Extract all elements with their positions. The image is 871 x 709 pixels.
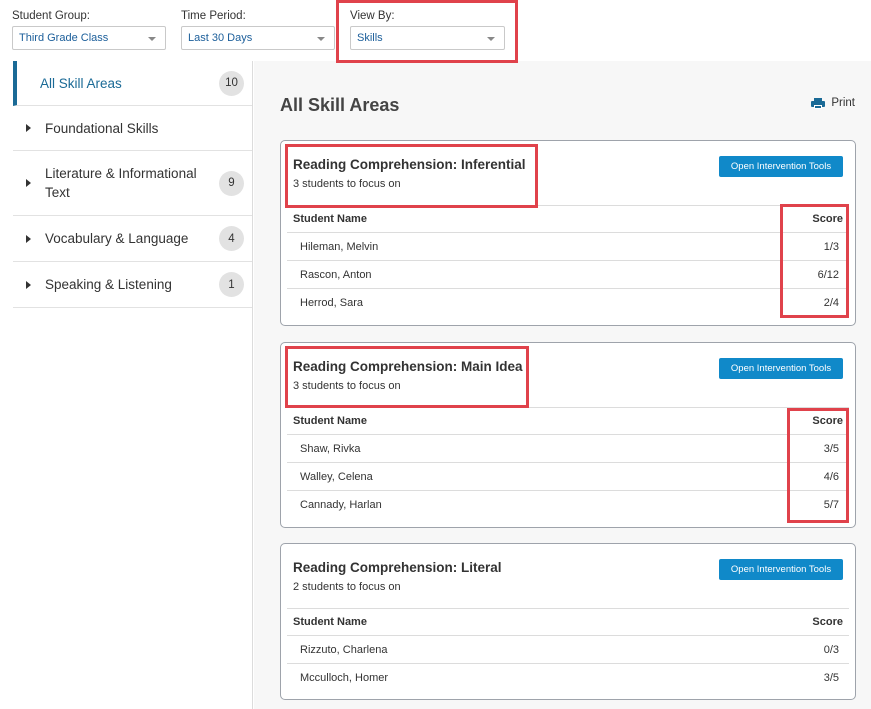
student-name: Hileman, Melvin: [300, 240, 379, 253]
student-name-header: Student Name: [293, 616, 367, 628]
student-name: Rizzuto, Charlena: [300, 643, 388, 656]
caret-right-icon: [26, 124, 31, 132]
count-badge: 4: [219, 226, 244, 251]
table-row: Walley, Celena 4/6: [287, 463, 849, 491]
sidebar-item-all-skill-areas[interactable]: All Skill Areas 10: [13, 61, 252, 106]
student-table: Student Name Score Shaw, Rivka 3/5 Walle…: [287, 407, 849, 519]
sidebar-item-label: Speaking & Listening: [45, 277, 172, 292]
student-group-value: Third Grade Class: [19, 32, 109, 44]
student-name-header: Student Name: [293, 213, 367, 225]
sidebar-item-label: Literature & Informational Text: [45, 166, 197, 200]
student-name: Rascon, Anton: [300, 268, 372, 281]
open-intervention-tools-button[interactable]: Open Intervention Tools: [719, 358, 843, 379]
highlight-main-idea-title: [285, 346, 529, 408]
table-header: Student Name Score: [287, 205, 849, 233]
printer-icon: [811, 97, 826, 109]
sidebar-item-literature[interactable]: Literature & Informational Text 9: [13, 151, 252, 216]
table-row: Hileman, Melvin 1/3: [287, 233, 849, 261]
caret-right-icon: [26, 179, 31, 187]
page-title: All Skill Areas: [280, 95, 400, 115]
time-period-filter: Time Period: Last 30 Days: [181, 10, 335, 50]
student-table: Student Name Score Hileman, Melvin 1/3 R…: [287, 205, 849, 317]
count-badge: 10: [219, 70, 244, 96]
count-badge: 9: [219, 170, 244, 196]
skill-area-sidebar: All Skill Areas 10 Foundational Skills L…: [13, 61, 253, 709]
time-period-value: Last 30 Days: [188, 32, 253, 44]
table-row: Rascon, Anton 6/12: [287, 261, 849, 289]
score: 0/3: [823, 643, 839, 656]
chevron-down-icon: [317, 37, 325, 41]
student-name: Shaw, Rivka: [300, 442, 361, 455]
skill-card-literal: Reading Comprehension: Literal 2 student…: [280, 543, 856, 700]
card-subtitle: 2 students to focus on: [293, 581, 401, 593]
student-name: Herrod, Sara: [300, 297, 363, 309]
table-row: Rizzuto, Charlena 0/3: [287, 636, 849, 664]
score: 3/5: [823, 672, 839, 684]
sidebar-item-label: Foundational Skills: [45, 120, 159, 136]
sidebar-item-vocabulary[interactable]: Vocabulary & Language 4: [13, 216, 252, 262]
sidebar-item-speaking[interactable]: Speaking & Listening 1: [13, 262, 252, 308]
student-name: Walley, Celena: [300, 470, 373, 483]
sidebar-item-label: All Skill Areas: [40, 75, 122, 91]
highlight-view-by: [336, 0, 518, 63]
open-intervention-tools-button[interactable]: Open Intervention Tools: [719, 559, 843, 580]
open-intervention-tools-button[interactable]: Open Intervention Tools: [719, 156, 843, 177]
caret-right-icon: [26, 234, 31, 243]
card-title: Reading Comprehension: Literal: [293, 560, 502, 575]
sidebar-item-foundational-skills[interactable]: Foundational Skills: [13, 106, 252, 151]
time-period-label: Time Period:: [181, 10, 246, 22]
highlight-inferential-scores: [780, 204, 849, 318]
student-name: Cannady, Harlan: [300, 499, 382, 511]
table-row: Herrod, Sara 2/4: [287, 289, 849, 317]
print-button[interactable]: Print: [811, 97, 855, 109]
sidebar-item-label: Vocabulary & Language: [45, 231, 189, 246]
chevron-down-icon: [148, 37, 156, 41]
highlight-inferential-title: [285, 144, 538, 208]
student-group-filter: Student Group: Third Grade Class: [12, 10, 166, 50]
highlight-main-idea-scores: [787, 408, 849, 523]
count-badge: 1: [219, 272, 244, 297]
table-row: Shaw, Rivka 3/5: [287, 435, 849, 463]
time-period-select[interactable]: Last 30 Days: [181, 26, 335, 50]
caret-right-icon: [26, 280, 31, 289]
table-row: Cannady, Harlan 5/7: [287, 491, 849, 519]
student-table: Student Name Score Rizzuto, Charlena 0/3…: [287, 608, 849, 692]
table-header: Student Name Score: [287, 407, 849, 435]
table-row: Mcculloch, Homer 3/5: [287, 664, 849, 692]
student-group-label: Student Group:: [12, 10, 90, 22]
student-name-header: Student Name: [293, 415, 367, 427]
student-name: Mcculloch, Homer: [300, 672, 389, 684]
student-group-select[interactable]: Third Grade Class: [12, 26, 166, 50]
print-label: Print: [831, 97, 855, 109]
table-header: Student Name Score: [287, 608, 849, 636]
score-header: Score: [812, 616, 843, 628]
